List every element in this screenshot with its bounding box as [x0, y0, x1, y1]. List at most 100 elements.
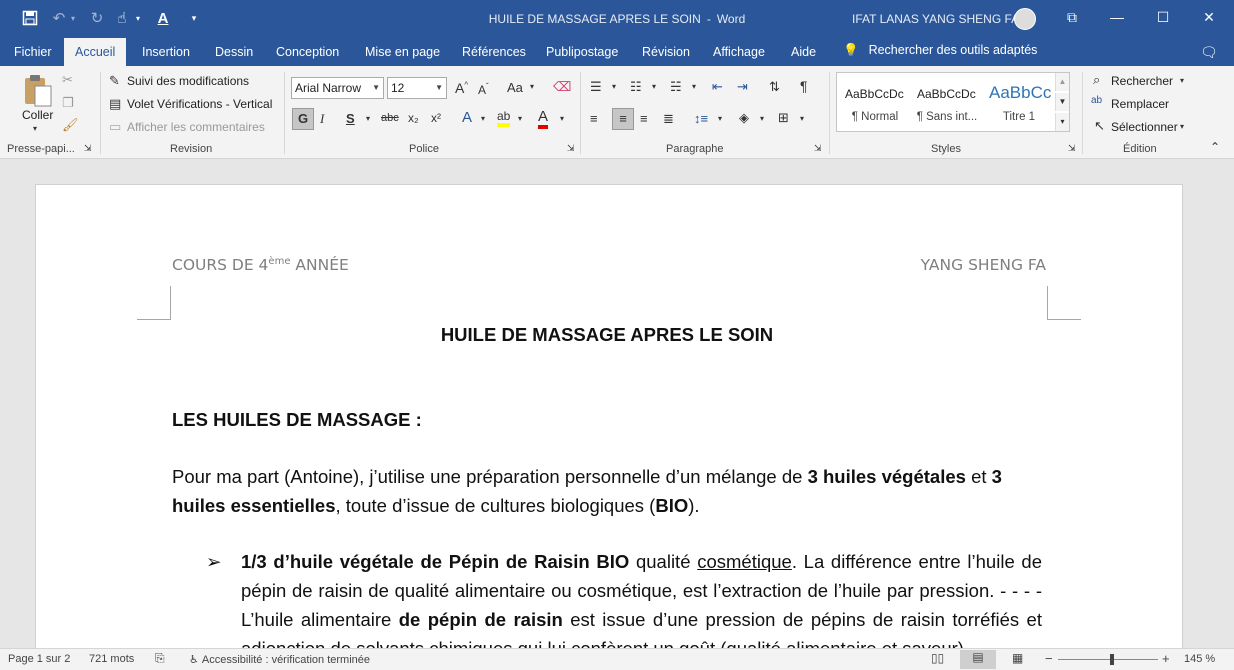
style-normal[interactable]: AaBbCcDc ¶ Normal [839, 73, 911, 131]
highlight-icon[interactable]: ab [497, 109, 511, 127]
paragraph-intro[interactable]: Pour ma part (Antoine), j’utilise une pr… [172, 462, 1042, 520]
clipboard-launcher-icon[interactable]: ⇲ [84, 143, 92, 154]
font-size-select[interactable]: 12 ▼ [387, 77, 447, 99]
read-mode-icon[interactable]: ▯▯ [931, 651, 944, 665]
styles-scroll-down-icon[interactable]: ▼ [1055, 93, 1069, 111]
font-color-icon[interactable]: A [538, 108, 549, 129]
numbering-icon[interactable]: ☷ [630, 79, 642, 95]
grow-font-icon[interactable]: A^ [455, 80, 468, 96]
tab-revision[interactable]: Révision [642, 38, 690, 66]
cut-icon[interactable]: ✂ [62, 72, 73, 88]
section-heading[interactable]: LES HUILES DE MASSAGE : [172, 405, 1042, 434]
find-dropdown-icon[interactable]: ▾ [1180, 76, 1184, 85]
header-left[interactable]: COURS DE 4ème ANNÉE [172, 256, 349, 274]
text-effects-dropdown-icon[interactable]: ▾ [481, 114, 485, 123]
avatar[interactable] [1014, 8, 1036, 30]
shading-icon[interactable]: ◈ [739, 110, 749, 126]
document-area[interactable]: COURS DE 4ème ANNÉE YANG SHENG FA HUILE … [0, 159, 1234, 648]
underline-button[interactable]: S [346, 111, 355, 126]
show-comments-button[interactable]: Afficher les commentaires [127, 120, 265, 134]
increase-indent-icon[interactable]: ⇥ [737, 79, 748, 95]
find-button[interactable]: Rechercher [1111, 74, 1173, 88]
select-button[interactable]: Sélectionner [1111, 120, 1178, 134]
style-heading-1[interactable]: AaBbCc Titre 1 [983, 73, 1055, 131]
document-page[interactable]: COURS DE 4ème ANNÉE YANG SHENG FA HUILE … [35, 184, 1183, 648]
tab-publipostage[interactable]: Publipostage [546, 38, 618, 66]
multilevel-list-icon[interactable]: ☵ [670, 79, 682, 95]
clear-formatting-icon[interactable]: ⌫ [553, 79, 571, 95]
line-spacing-icon[interactable]: ↕≡ [694, 111, 708, 126]
borders-icon[interactable]: ⊞ [778, 110, 789, 126]
user-name[interactable]: IFAT LANAS YANG SHENG FA [852, 12, 1019, 26]
pilcrow-icon[interactable]: ¶ [800, 78, 808, 94]
paste-dropdown-icon[interactable]: ▾ [33, 124, 37, 133]
font-name-select[interactable]: Arial Narrow ▼ [291, 77, 384, 99]
close-icon[interactable]: ✕ [1194, 6, 1224, 28]
document-title[interactable]: HUILE DE MASSAGE APRES LE SOIN [172, 320, 1042, 349]
zoom-level[interactable]: 145 % [1184, 653, 1215, 665]
accessibility-status[interactable]: ♿ Accessibilité : vérification terminée [189, 653, 370, 666]
tab-mise-en-page[interactable]: Mise en page [365, 38, 440, 66]
tab-insertion[interactable]: Insertion [142, 38, 190, 66]
paste-button[interactable]: Coller [22, 108, 53, 122]
bullets-icon[interactable]: ☰ [590, 79, 602, 95]
select-dropdown-icon[interactable]: ▾ [1180, 122, 1184, 131]
font-launcher-icon[interactable]: ⇲ [567, 143, 575, 154]
tab-fichier[interactable]: Fichier [14, 38, 52, 66]
list-item[interactable]: 1/3 d’huile végétale de Pépin de Raisin … [241, 547, 1042, 648]
replace-button[interactable]: Remplacer [1111, 97, 1169, 111]
italic-button[interactable]: I [320, 111, 324, 127]
tab-conception[interactable]: Conception [276, 38, 339, 66]
print-layout-icon[interactable]: ▤ [960, 650, 996, 669]
decrease-indent-icon[interactable]: ⇤ [712, 79, 723, 95]
header-right[interactable]: YANG SHENG FA [921, 256, 1046, 274]
minimize-icon[interactable]: — [1102, 6, 1132, 28]
style-no-spacing[interactable]: AaBbCcDc ¶ Sans int... [911, 73, 983, 131]
zoom-in-icon[interactable]: + [1162, 651, 1170, 666]
collapse-ribbon-icon[interactable]: ⌃ [1210, 140, 1220, 154]
format-painter-icon[interactable]: 🖌 [62, 117, 79, 133]
underline-dropdown-icon[interactable]: ▾ [366, 114, 370, 123]
multilevel-dropdown-icon[interactable]: ▾ [692, 82, 696, 91]
styles-launcher-icon[interactable]: ⇲ [1068, 143, 1076, 154]
align-right-icon[interactable]: ≡ [640, 111, 648, 126]
track-changes-button[interactable]: Suivi des modifications [127, 74, 249, 88]
comment-icon[interactable]: 🗨 [1200, 38, 1218, 66]
sort-icon[interactable]: ⇅ [769, 79, 780, 95]
maximize-icon[interactable]: ☐ [1148, 6, 1178, 28]
copy-icon[interactable]: ❐ [62, 95, 74, 111]
superscript-button[interactable]: x² [431, 111, 441, 125]
text-effects-icon[interactable]: A [462, 109, 472, 126]
bullets-dropdown-icon[interactable]: ▾ [612, 82, 616, 91]
zoom-slider-track[interactable] [1058, 659, 1158, 660]
shrink-font-icon[interactable]: Aˇ [478, 82, 489, 97]
strikethrough-button[interactable]: abc [381, 112, 399, 124]
change-case-dropdown-icon[interactable]: ▾ [530, 82, 534, 91]
paragraph-launcher-icon[interactable]: ⇲ [814, 143, 822, 154]
styles-scroll-up-icon[interactable]: ▲ [1055, 73, 1069, 91]
proofing-icon[interactable]: ⎘ [155, 651, 165, 666]
paste-icon[interactable] [20, 72, 56, 108]
change-case-icon[interactable]: Aa [507, 80, 523, 95]
numbering-dropdown-icon[interactable]: ▾ [652, 82, 656, 91]
web-layout-icon[interactable]: ▦ [1012, 651, 1023, 665]
borders-dropdown-icon[interactable]: ▾ [800, 114, 804, 123]
font-color-dropdown-icon[interactable]: ▾ [560, 114, 564, 123]
align-center-icon[interactable]: ≡ [612, 108, 634, 130]
ribbon-display-icon[interactable]: ⧉ [1057, 6, 1087, 28]
page-count[interactable]: Page 1 sur 2 [8, 653, 70, 665]
tab-affichage[interactable]: Affichage [713, 38, 765, 66]
bold-button[interactable]: G [292, 108, 314, 130]
styles-more-icon[interactable]: ▾ [1055, 113, 1069, 131]
word-count[interactable]: 721 mots [89, 653, 134, 665]
subscript-button[interactable]: x₂ [408, 111, 419, 125]
review-pane-button[interactable]: Volet Vérifications - Vertical [127, 97, 272, 111]
tab-references[interactable]: Références [462, 38, 526, 66]
highlight-dropdown-icon[interactable]: ▾ [518, 114, 522, 123]
zoom-out-icon[interactable]: − [1045, 651, 1053, 666]
tab-accueil[interactable]: Accueil [64, 38, 127, 66]
line-spacing-dropdown-icon[interactable]: ▾ [718, 114, 722, 123]
tab-dessin[interactable]: Dessin [215, 38, 253, 66]
zoom-slider-thumb[interactable] [1110, 654, 1114, 665]
tab-aide[interactable]: Aide [791, 38, 816, 66]
